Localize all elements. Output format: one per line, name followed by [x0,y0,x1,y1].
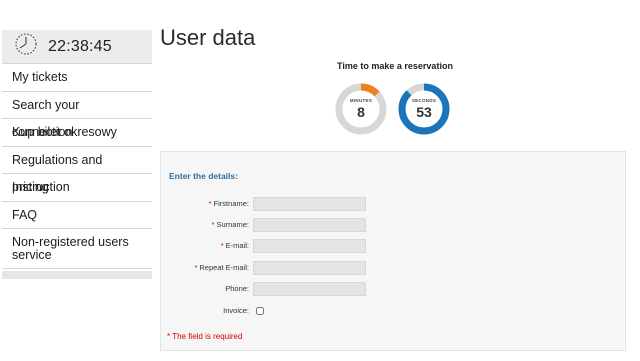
seconds-gauge: SECONDS 53 [396,81,452,137]
surname-field[interactable] [253,218,366,232]
seconds-label: SECONDS [411,98,437,103]
firstname-row: * Firstname: [161,197,627,211]
repeat-email-row: * Repeat E-mail: [161,261,627,275]
phone-field[interactable] [253,282,366,296]
email-row: * E-mail: [161,239,627,253]
email-field[interactable] [253,239,366,253]
sidebar-item-non-registered[interactable]: Non-registered users service [2,229,152,269]
user-details-form: Enter the details: * Firstname: * Surname:… [160,151,626,351]
sidebar-item-search-connection[interactable]: Search your connection [2,92,152,139]
phone-label: Phone: [225,284,249,293]
phone-row: Phone: [161,282,627,296]
sidebar-item-my-tickets[interactable]: My tickets [2,64,152,92]
surname-label: * Surname: [211,220,249,229]
minutes-gauge: MINUTES 8 [333,81,389,137]
form-heading: Enter the details: [169,171,238,181]
sidebar-item-regulations[interactable]: Regulations and pricing [2,147,152,194]
clock-panel: 22:38:45 [2,30,152,64]
timer-title: Time to make a reservation [337,61,453,71]
invoice-checkbox[interactable] [256,307,264,315]
minutes-label: MINUTES [349,98,373,103]
email-label: * E-mail: [220,241,249,250]
sidebar: 22:38:45 My tickets Search your connecti… [2,30,152,279]
sidebar-item-faq[interactable]: FAQ [2,202,152,229]
firstname-field[interactable] [253,197,366,211]
required-field-note: * The field is required [167,332,243,341]
surname-row: * Surname: [161,218,627,232]
firstname-label: * Firstname: [208,199,249,208]
seconds-value: 53 [416,104,432,120]
page-title: User data [160,25,256,50]
clock-icon [14,32,38,61]
invoice-row: Invoice: [161,304,627,318]
repeat-email-field[interactable] [253,261,366,275]
repeat-email-label: * Repeat E-mail: [194,263,249,272]
invoice-label: Invoice: [223,306,249,315]
minutes-value: 8 [357,104,365,120]
sidebar-footer [2,271,152,279]
sidebar-item-instruction[interactable]: Instruction [2,174,152,202]
clock-time: 22:38:45 [48,37,112,55]
sidebar-item-season-ticket[interactable]: Kup bilet okresowy [2,119,152,147]
